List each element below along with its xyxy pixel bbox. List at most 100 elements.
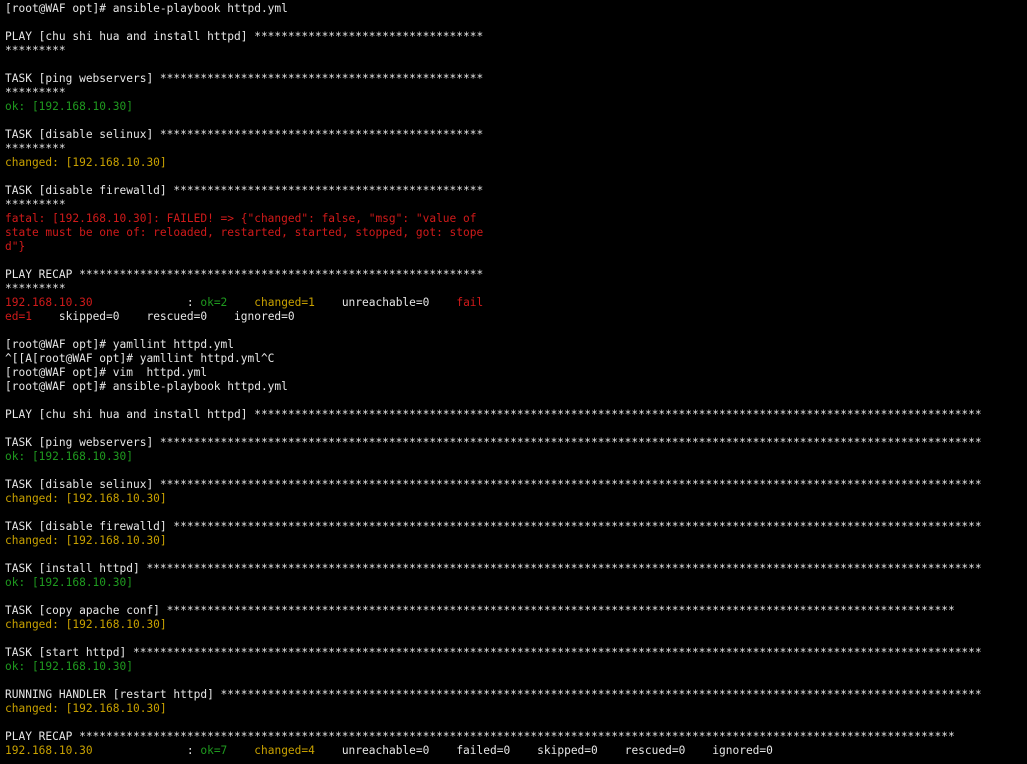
terminal-text-segment: 192.168.10.30	[5, 744, 93, 757]
terminal-text-segment: TASK [ping webservers] *****************…	[5, 436, 982, 449]
terminal-line: TASK [disable selinux] *****************…	[5, 128, 1027, 142]
terminal-line: PLAY RECAP *****************************…	[5, 268, 1027, 282]
terminal-text-segment: ok=7	[200, 744, 228, 757]
terminal-line: changed: [192.168.10.30]	[5, 702, 1027, 716]
terminal-line: *********	[5, 282, 1027, 296]
terminal-text-segment: changed: [192.168.10.30]	[5, 492, 167, 505]
terminal-text-segment: ok: [192.168.10.30]	[5, 660, 133, 673]
terminal-line: changed: [192.168.10.30]	[5, 534, 1027, 548]
terminal-text-segment: unreachable=0	[314, 296, 457, 309]
terminal-text-segment: ed=1	[5, 310, 32, 323]
terminal-line: PLAY [chu shi hua and install httpd] ***…	[5, 408, 1027, 422]
terminal-line: *********	[5, 44, 1027, 58]
terminal-text-segment: 192.168.10.30	[5, 296, 93, 309]
terminal-text-segment: unreachable=0 failed=0 skipped=0 rescued…	[314, 744, 773, 757]
terminal-text-segment: ^[[A[root@WAF opt]# yamllint httpd.yml^C	[5, 352, 275, 365]
terminal-line: TASK [disable selinux] *****************…	[5, 478, 1027, 492]
terminal-text-segment: *********	[5, 44, 66, 57]
terminal-line: TASK [ping webservers] *****************…	[5, 72, 1027, 86]
terminal-text-segment: RUNNING HANDLER [restart httpd] ********…	[5, 688, 982, 701]
terminal-line: 192.168.10.30 : ok=2 changed=1 unreachab…	[5, 296, 1027, 310]
terminal-line: TASK [ping webservers] *****************…	[5, 436, 1027, 450]
terminal-text-segment: TASK [start httpd] *********************…	[5, 646, 982, 659]
terminal-line: changed: [192.168.10.30]	[5, 156, 1027, 170]
terminal-text-segment: PLAY [chu shi hua and install httpd] ***…	[5, 408, 982, 421]
terminal-line: fatal: [192.168.10.30]: FAILED! => {"cha…	[5, 212, 1027, 226]
terminal-line: TASK [copy apache conf] ****************…	[5, 604, 1027, 618]
terminal-text-segment: ok: [192.168.10.30]	[5, 100, 133, 113]
terminal-text-segment: [root@WAF opt]# ansible-playbook httpd.y…	[5, 380, 288, 393]
terminal-text-segment: changed=4	[254, 744, 315, 757]
terminal-line: [root@WAF opt]# ansible-playbook httpd.y…	[5, 380, 1027, 394]
terminal-line: ed=1 skipped=0 rescued=0 ignored=0	[5, 310, 1027, 324]
terminal-text-segment: changed: [192.168.10.30]	[5, 534, 167, 547]
terminal-line: *********	[5, 198, 1027, 212]
terminal-text-segment: PLAY RECAP *****************************…	[5, 730, 955, 743]
terminal-text-segment: [root@WAF opt]# yamllint httpd.yml	[5, 338, 235, 351]
terminal-text-segment: TASK [disable selinux] *****************…	[5, 128, 484, 141]
terminal-text-segment: skipped=0 rescued=0 ignored=0	[31, 310, 295, 323]
terminal-text-segment: *********	[5, 86, 66, 99]
terminal-line: *********	[5, 86, 1027, 100]
terminal-text-segment: changed: [192.168.10.30]	[5, 618, 167, 631]
terminal-text-segment: [root@WAF opt]# ansible-playbook httpd.y…	[5, 2, 288, 15]
terminal-line: TASK [install httpd] *******************…	[5, 562, 1027, 576]
terminal-line: ok: [192.168.10.30]	[5, 100, 1027, 114]
terminal-text-segment: TASK [install httpd] *******************…	[5, 562, 982, 575]
terminal-window[interactable]: [root@WAF opt]# ansible-playbook httpd.y…	[0, 0, 1027, 764]
terminal-line: [root@WAF opt]# yamllint httpd.yml	[5, 338, 1027, 352]
terminal-line: TASK [disable firewalld] ***************…	[5, 520, 1027, 534]
terminal-line: ok: [192.168.10.30]	[5, 576, 1027, 590]
terminal-text-segment: state must be one of: reloaded, restarte…	[5, 226, 484, 239]
terminal-text-segment: :	[92, 744, 201, 757]
terminal-text-segment: d"}	[5, 240, 26, 253]
terminal-line: changed: [192.168.10.30]	[5, 618, 1027, 632]
terminal-text-segment: PLAY RECAP *****************************…	[5, 268, 484, 281]
terminal-text-segment: TASK [copy apache conf] ****************…	[5, 604, 955, 617]
terminal-line: *********	[5, 142, 1027, 156]
terminal-line: TASK [disable firewalld] ***************…	[5, 184, 1027, 198]
terminal-text-segment: ok=2	[200, 296, 228, 309]
terminal-text-segment: changed: [192.168.10.30]	[5, 702, 167, 715]
terminal-text-segment: TASK [disable selinux] *****************…	[5, 478, 982, 491]
terminal-text-segment: ok: [192.168.10.30]	[5, 450, 133, 463]
terminal-line: PLAY RECAP *****************************…	[5, 730, 1027, 744]
terminal-line: [root@WAF opt]# vim httpd.yml	[5, 366, 1027, 380]
terminal-line: ok: [192.168.10.30]	[5, 450, 1027, 464]
terminal-text-segment: fail	[456, 296, 484, 309]
terminal-line: TASK [start httpd] *********************…	[5, 646, 1027, 660]
terminal-text-segment: ok: [192.168.10.30]	[5, 576, 133, 589]
terminal-text-segment: changed: [192.168.10.30]	[5, 156, 167, 169]
terminal-line: changed: [192.168.10.30]	[5, 492, 1027, 506]
terminal-text-segment: TASK [disable firewalld] ***************…	[5, 184, 484, 197]
terminal-line: ^[[A[root@WAF opt]# yamllint httpd.yml^C	[5, 352, 1027, 366]
terminal-line: RUNNING HANDLER [restart httpd] ********…	[5, 688, 1027, 702]
terminal-text-segment: TASK [disable firewalld] ***************…	[5, 520, 982, 533]
terminal-text-segment: :	[92, 296, 201, 309]
terminal-text-segment: [root@WAF opt]# vim httpd.yml	[5, 366, 208, 379]
terminal-line: state must be one of: reloaded, restarte…	[5, 226, 1027, 240]
terminal-text-segment: TASK [ping webservers] *****************…	[5, 72, 484, 85]
terminal-line: d"}	[5, 240, 1027, 254]
terminal-text-segment: changed=1	[254, 296, 315, 309]
terminal-text-segment: fatal: [192.168.10.30]: FAILED! => {"cha…	[5, 212, 477, 225]
terminal-text-segment: PLAY [chu shi hua and install httpd] ***…	[5, 30, 484, 43]
terminal-line: [root@WAF opt]# ansible-playbook httpd.y…	[5, 2, 1027, 16]
terminal-text-segment: *********	[5, 198, 66, 211]
terminal-line: 192.168.10.30 : ok=7 changed=4 unreachab…	[5, 744, 1027, 758]
